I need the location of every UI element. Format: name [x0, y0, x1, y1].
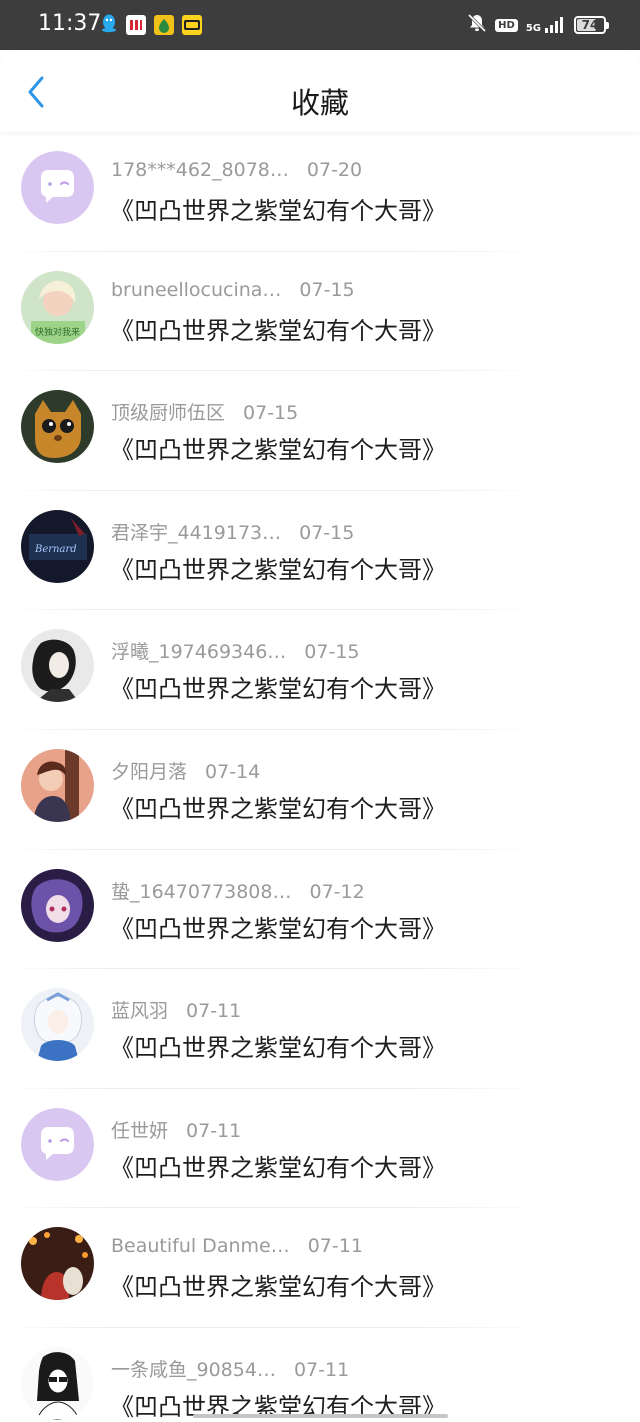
username: Beautiful Danme… [111, 1235, 290, 1258]
username: 蓝风羽 [111, 1000, 169, 1023]
list-item[interactable]: 蓝风羽 07-11 《凹凸世界之紫堂幻有个大哥》 [0, 969, 640, 1089]
username: 蛰_16470773808… [111, 880, 292, 903]
favorite-date: 07-20 [306, 159, 363, 181]
list-item[interactable]: 夕阳月落 07-14 《凹凸世界之紫堂幻有个大哥》 [0, 730, 640, 850]
list-item[interactable]: 蛰_16470773808… 07-12 《凹凸世界之紫堂幻有个大哥》 [0, 850, 640, 970]
book-title: 《凹凸世界之紫堂幻有个大哥》 [110, 316, 446, 345]
favorite-date: 07-11 [186, 1119, 242, 1142]
book-title: 《凹凸世界之紫堂幻有个大哥》 [110, 555, 446, 584]
favorite-date: 07-15 [299, 521, 355, 544]
username: 浮曦_197469346… [111, 641, 287, 664]
book-title: 《凹凸世界之紫堂幻有个大哥》 [110, 1153, 446, 1182]
bell-off-icon [467, 13, 487, 37]
list-item[interactable]: 顶级厨师伍区 07-15 《凹凸世界之紫堂幻有个大哥》 [0, 371, 640, 491]
favorite-date: 07-15 [243, 402, 299, 425]
kuaikan-icon [182, 15, 202, 35]
list-item[interactable]: 任世妍 07-11 《凹凸世界之紫堂幻有个大哥》 [0, 1089, 640, 1209]
favorite-date: 07-11 [293, 1358, 350, 1381]
hd-badge: HD [495, 18, 518, 32]
book-title: 《凹凸世界之紫堂幻有个大哥》 [110, 1034, 446, 1063]
list-item[interactable]: Beautiful Danme… 07-11 《凹凸世界之紫堂幻有个大哥》 [0, 1208, 640, 1328]
battery-level: 74 [581, 18, 599, 32]
svg-text:快独对我来: 快独对我来 [35, 326, 80, 338]
avatar[interactable] [21, 1227, 94, 1301]
status-time: 11:37 [38, 11, 102, 36]
favorite-date: 07-14 [205, 760, 261, 783]
book-title: 《凹凸世界之紫堂幻有个大哥》 [110, 675, 446, 704]
username: 178***462_8078… [111, 159, 289, 181]
favorite-date: 07-11 [186, 1000, 242, 1023]
book-title: 《凹凸世界之紫堂幻有个大哥》 [110, 914, 446, 943]
avatar[interactable] [21, 988, 94, 1062]
avatar[interactable] [21, 868, 94, 942]
battery-icon: 74 [574, 16, 609, 34]
page-title: 收藏 [290, 86, 349, 120]
list-item[interactable]: 快独对我来 bruneellocucina… 07-15 《凹凸世界之紫堂幻有个大哥》 [0, 252, 640, 372]
avatar[interactable]: Bernard [21, 509, 94, 583]
avatar[interactable] [21, 390, 94, 464]
book-title: 《凹凸世界之紫堂幻有个大哥》 [110, 1273, 446, 1302]
svg-text:Bernard: Bernard [34, 544, 77, 555]
username: 夕阳月落 [111, 760, 188, 783]
list-item[interactable]: 浮曦_197469346… 07-15 《凹凸世界之紫堂幻有个大哥》 [0, 610, 640, 730]
favorite-date: 07-12 [309, 880, 365, 903]
username: bruneellocucina… [111, 278, 282, 301]
username: 顶级厨师伍区 [111, 402, 226, 425]
list-item[interactable]: Bernard 君泽宇_4419173… 07-15 《凹凸世界之紫堂幻有个大哥》 [0, 491, 640, 611]
qq-icon [100, 13, 118, 37]
book-title: 《凹凸世界之紫堂幻有个大哥》 [110, 436, 446, 465]
favorites-list: 178***462_8078… 07-20 《凹凸世界之紫堂幻有个大哥》 快独对我来 b… [0, 132, 640, 1422]
avatar[interactable]: 快独对我来 [21, 270, 94, 344]
avatar[interactable] [21, 151, 94, 224]
home-indicator[interactable] [193, 1414, 448, 1418]
list-item[interactable]: 一条咸鱼_90854… 07-11 《凹凸世界之紫堂幻有个大哥》 [0, 1328, 640, 1422]
notification-icons [100, 13, 202, 37]
book-title: 《凹凸世界之紫堂幻有个大哥》 [110, 197, 446, 225]
favorite-date: 07-11 [307, 1235, 363, 1258]
favorite-date: 07-15 [299, 278, 355, 301]
list-item[interactable]: 178***462_8078… 07-20 《凹凸世界之紫堂幻有个大哥》 [0, 132, 640, 252]
avatar[interactable] [21, 1107, 94, 1181]
pear-app-icon [154, 15, 174, 35]
avatar[interactable] [21, 1346, 94, 1420]
nav-header: 收藏 [0, 50, 640, 132]
username: 君泽宇_4419173… [111, 521, 282, 544]
avatar[interactable] [21, 748, 94, 822]
username: 任世妍 [111, 1119, 169, 1142]
kfc-icon [126, 15, 146, 35]
network-type: 5G [525, 23, 541, 34]
username: 一条咸鱼_90854… [111, 1358, 276, 1381]
system-indicators: HD 5G 74 [467, 13, 609, 37]
book-title: 《凹凸世界之紫堂幻有个大哥》 [110, 794, 446, 823]
favorite-date: 07-15 [304, 641, 360, 664]
status-bar: 11:37 HD 5G 74 [0, 0, 640, 50]
avatar[interactable] [21, 629, 94, 703]
signal-icon: 5G [526, 16, 566, 34]
